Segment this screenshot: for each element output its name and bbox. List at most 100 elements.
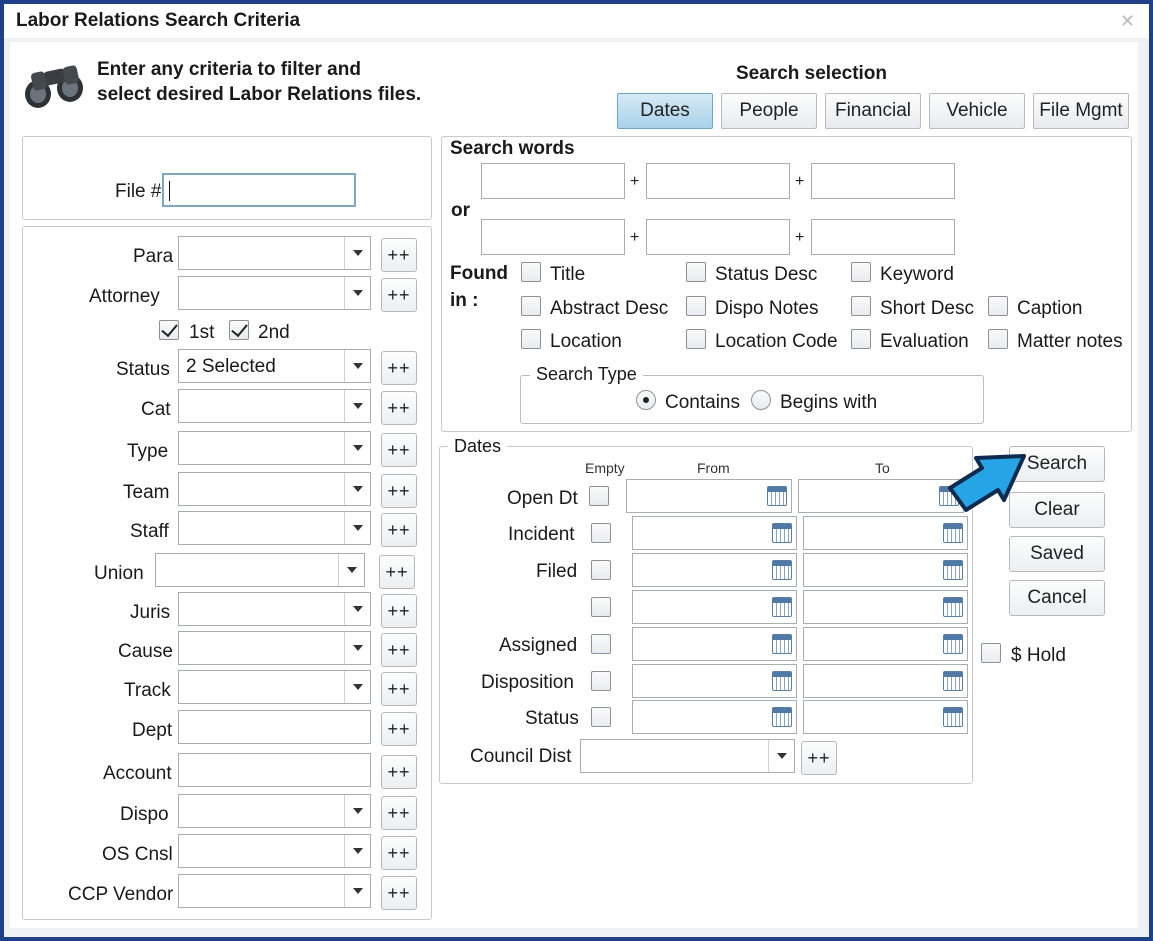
close-icon[interactable]: ✕ <box>1120 12 1135 30</box>
para-add-button[interactable]: ++ <box>381 238 417 272</box>
status-desc-checkbox[interactable] <box>686 262 706 282</box>
dept-input[interactable] <box>178 710 371 744</box>
status-from-input[interactable] <box>632 700 797 734</box>
staff-add-button[interactable]: ++ <box>381 513 417 547</box>
attorney-select[interactable] <box>178 276 371 310</box>
file-number-input[interactable] <box>162 173 356 207</box>
title-checkbox[interactable] <box>521 262 541 282</box>
dispo-notes-checkbox[interactable] <box>686 296 706 316</box>
union-select[interactable] <box>155 553 365 587</box>
incident-to-input[interactable] <box>803 516 968 550</box>
dispo-select[interactable] <box>178 794 371 828</box>
type-select[interactable] <box>178 431 371 465</box>
matter-notes-checkbox[interactable] <box>988 329 1008 349</box>
filed-empty-checkbox[interactable] <box>591 560 611 580</box>
cat-add-button[interactable]: ++ <box>381 391 417 425</box>
council-dist-select[interactable] <box>580 739 795 773</box>
juris-select[interactable] <box>178 592 371 626</box>
incident-from-input[interactable] <box>632 516 797 550</box>
tab-dates[interactable]: Dates <box>617 93 713 129</box>
search-word-1-2[interactable] <box>646 163 790 199</box>
cause-select[interactable] <box>178 631 371 665</box>
unlabeled-to-input[interactable] <box>803 590 968 624</box>
abstract-desc-checkbox[interactable] <box>521 296 541 316</box>
tab-file-mgmt[interactable]: File Mgmt <box>1033 93 1129 129</box>
para-select[interactable] <box>178 236 371 270</box>
calendar-icon[interactable] <box>943 560 963 580</box>
open-dt-to-input[interactable] <box>798 479 964 513</box>
saved-button[interactable]: Saved <box>1009 536 1105 572</box>
dept-add-button[interactable]: ++ <box>381 712 417 746</box>
calendar-icon[interactable] <box>767 486 787 506</box>
calendar-icon[interactable] <box>943 634 963 654</box>
search-word-2-1[interactable] <box>481 219 625 255</box>
tab-vehicle[interactable]: Vehicle <box>929 93 1025 129</box>
os-cnsl-select[interactable] <box>178 834 371 868</box>
filed-from-input[interactable] <box>632 553 797 587</box>
hold-checkbox[interactable] <box>981 643 1001 663</box>
team-select[interactable] <box>178 472 371 506</box>
unlabeled-empty-checkbox[interactable] <box>591 597 611 617</box>
keyword-checkbox[interactable] <box>851 262 871 282</box>
contains-radio[interactable] <box>636 390 656 410</box>
cat-select[interactable] <box>178 389 371 423</box>
short-desc-checkbox[interactable] <box>851 296 871 316</box>
staff-select[interactable] <box>178 511 371 545</box>
os-cnsl-add-button[interactable]: ++ <box>381 836 417 870</box>
calendar-icon[interactable] <box>943 523 963 543</box>
attorney-add-button[interactable]: ++ <box>381 278 417 312</box>
location-code-checkbox[interactable] <box>686 329 706 349</box>
juris-add-button[interactable]: ++ <box>381 594 417 628</box>
account-input[interactable] <box>178 753 371 787</box>
search-word-2-2[interactable] <box>646 219 790 255</box>
filed-to-input[interactable] <box>803 553 968 587</box>
plus-sign: + <box>630 229 640 246</box>
status-add-button[interactable]: ++ <box>381 351 417 385</box>
ccp-vendor-select[interactable] <box>178 874 371 908</box>
cancel-button[interactable]: Cancel <box>1009 580 1105 616</box>
assigned-to-input[interactable] <box>803 627 968 661</box>
open-dt-from-input[interactable] <box>626 479 792 513</box>
calendar-icon[interactable] <box>772 523 792 543</box>
calendar-icon[interactable] <box>772 597 792 617</box>
track-add-button[interactable]: ++ <box>381 672 417 706</box>
team-add-button[interactable]: ++ <box>381 474 417 508</box>
disposition-empty-checkbox[interactable] <box>591 671 611 691</box>
council-dist-add-button[interactable]: ++ <box>801 741 837 775</box>
track-select[interactable] <box>178 670 371 704</box>
search-word-2-3[interactable] <box>811 219 955 255</box>
calendar-icon[interactable] <box>943 707 963 727</box>
calendar-icon[interactable] <box>772 634 792 654</box>
assigned-empty-checkbox[interactable] <box>591 634 611 654</box>
first-checkbox[interactable] <box>159 320 179 340</box>
type-add-button[interactable]: ++ <box>381 433 417 467</box>
calendar-icon[interactable] <box>772 707 792 727</box>
union-add-button[interactable]: ++ <box>379 555 415 589</box>
search-word-1-3[interactable] <box>811 163 955 199</box>
caption-checkbox[interactable] <box>988 296 1008 316</box>
calendar-icon[interactable] <box>772 671 792 691</box>
location-checkbox[interactable] <box>521 329 541 349</box>
calendar-icon[interactable] <box>943 671 963 691</box>
account-add-button[interactable]: ++ <box>381 755 417 789</box>
tab-financial[interactable]: Financial <box>825 93 921 129</box>
evaluation-checkbox[interactable] <box>851 329 871 349</box>
unlabeled-from-input[interactable] <box>632 590 797 624</box>
disposition-from-input[interactable] <box>632 664 797 698</box>
dispo-add-button[interactable]: ++ <box>381 796 417 830</box>
second-checkbox[interactable] <box>229 320 249 340</box>
status-empty-checkbox[interactable] <box>591 707 611 727</box>
incident-empty-checkbox[interactable] <box>591 523 611 543</box>
begins-with-radio[interactable] <box>751 390 771 410</box>
tab-people[interactable]: People <box>721 93 817 129</box>
open-dt-empty-checkbox[interactable] <box>589 486 609 506</box>
disposition-to-input[interactable] <box>803 664 968 698</box>
cause-add-button[interactable]: ++ <box>381 633 417 667</box>
calendar-icon[interactable] <box>943 597 963 617</box>
status-to-input[interactable] <box>803 700 968 734</box>
calendar-icon[interactable] <box>772 560 792 580</box>
assigned-from-input[interactable] <box>632 627 797 661</box>
status-select[interactable]: 2 Selected <box>178 349 371 383</box>
ccp-vendor-add-button[interactable]: ++ <box>381 876 417 910</box>
search-word-1-1[interactable] <box>481 163 625 199</box>
